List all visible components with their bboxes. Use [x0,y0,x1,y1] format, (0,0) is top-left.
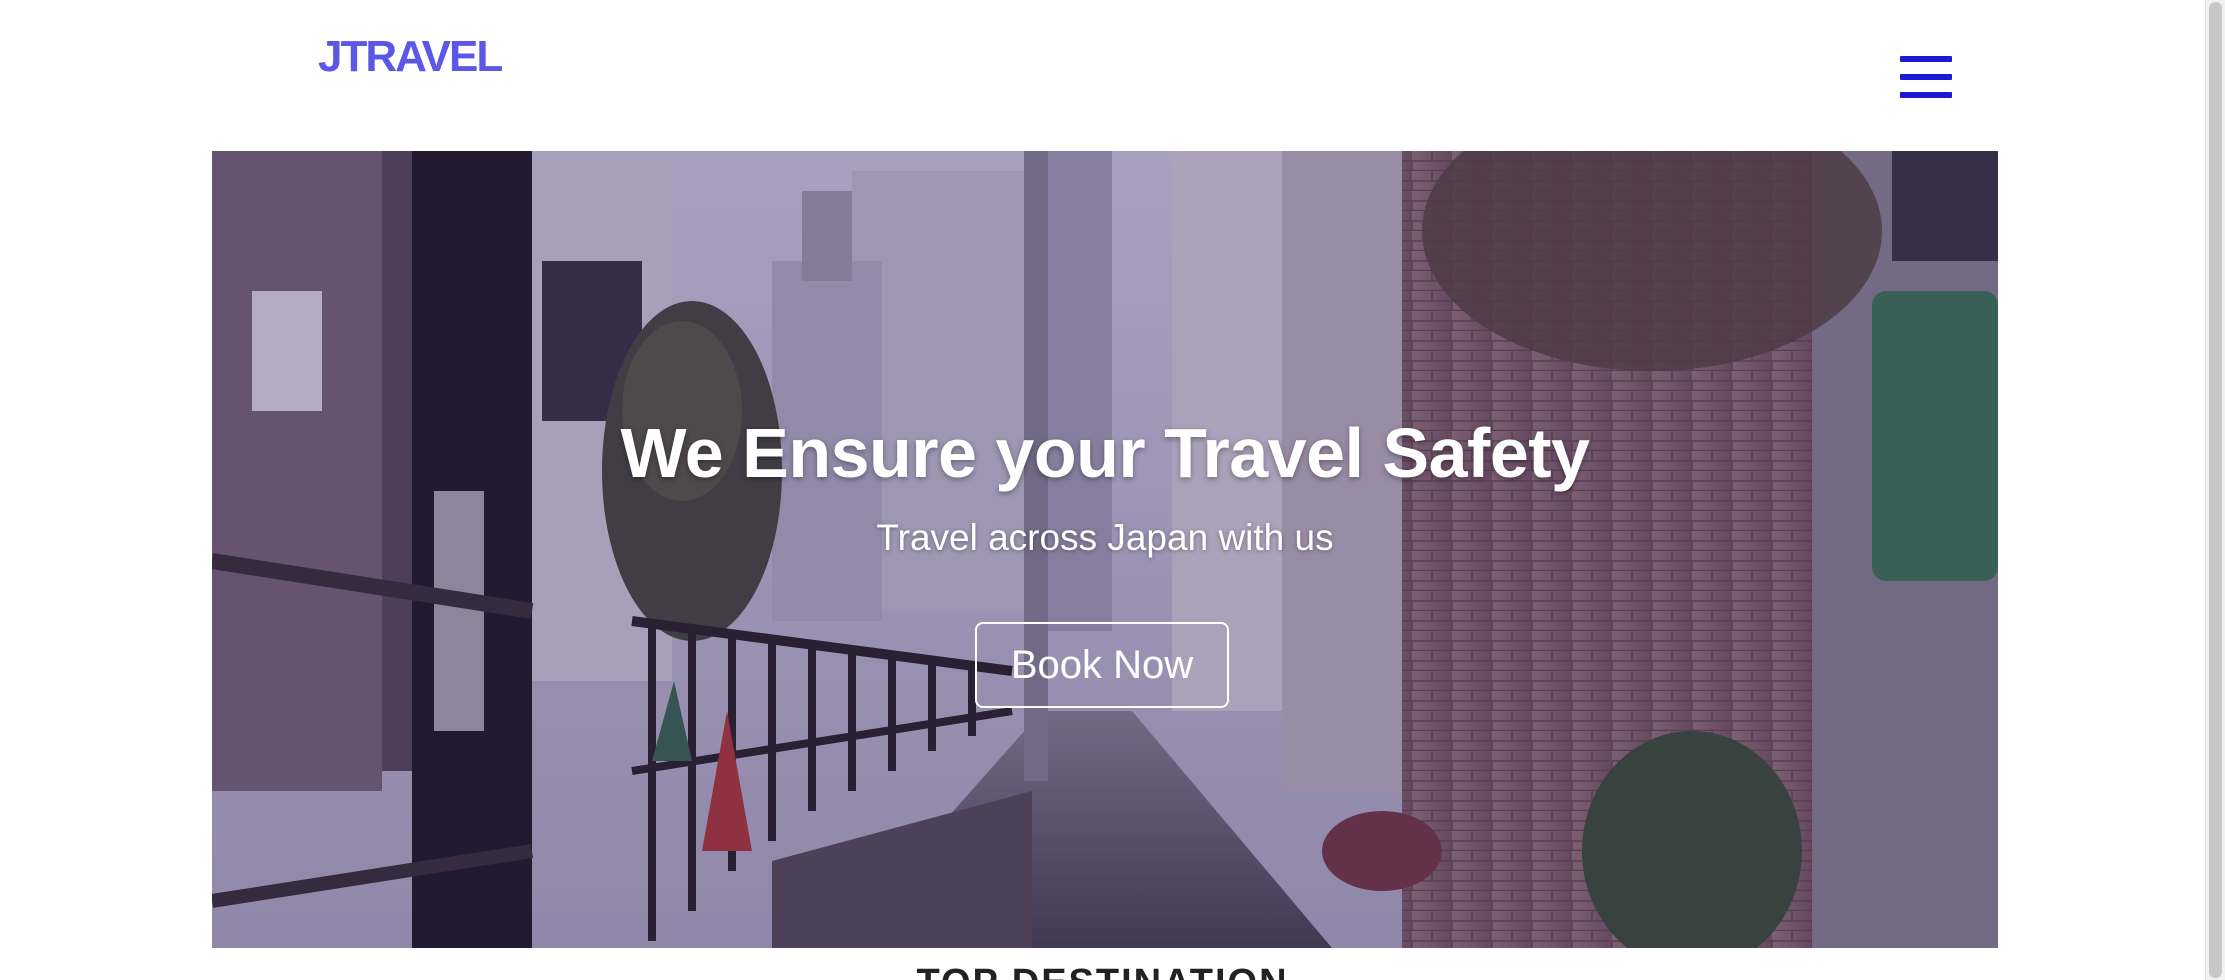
scrollbar-thumb[interactable] [2209,2,2222,978]
hero-banner: We Ensure your Travel Safety Travel acro… [212,151,1998,948]
hamburger-bar [1900,74,1952,80]
hamburger-bar [1900,92,1952,98]
page: JTRAVEL We Ensure your Travel Safety Tra… [0,0,2225,980]
navbar: JTRAVEL [0,0,2205,150]
hamburger-bar [1900,56,1952,62]
hamburger-menu-icon[interactable] [1900,56,1952,100]
page-scrollbar[interactable] [2205,0,2225,980]
brand-logo[interactable]: JTRAVEL [318,32,503,82]
top-destination-heading: TOP DESTINATION [0,962,2205,980]
book-now-button[interactable]: Book Now [975,622,1229,708]
hero-title: We Ensure your Travel Safety [620,414,1590,492]
hero-subtitle: Travel across Japan with us [876,517,1334,558]
